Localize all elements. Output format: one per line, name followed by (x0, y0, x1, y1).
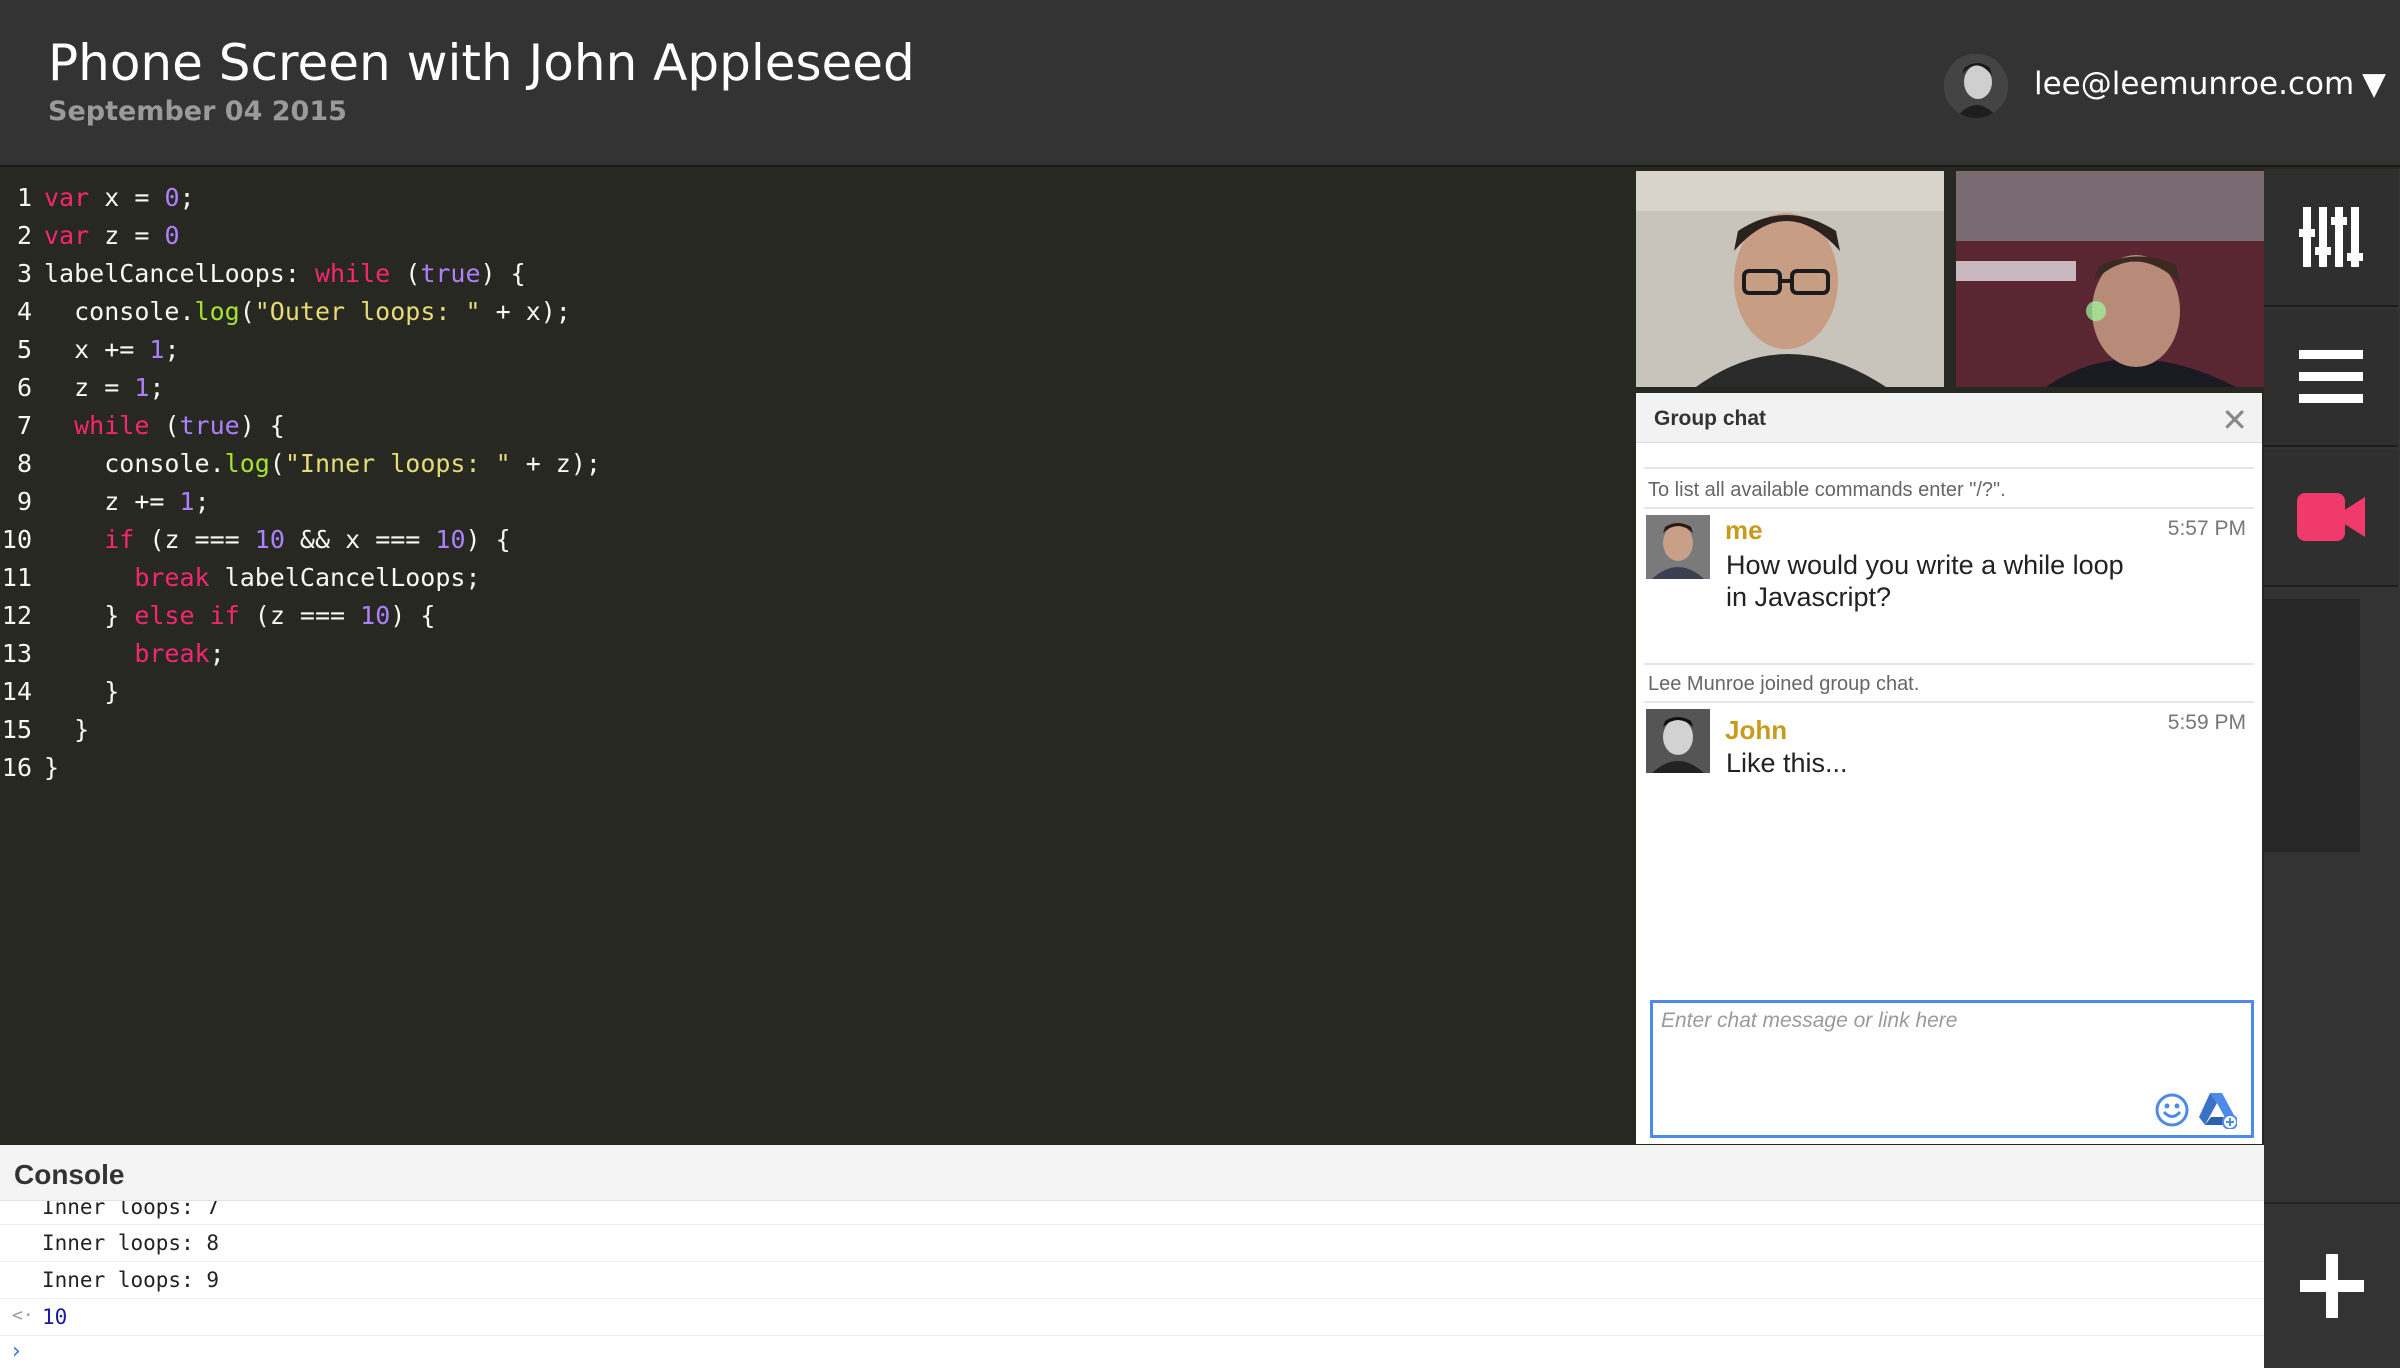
chevron-down-icon: ▼ (2362, 66, 2387, 102)
code-line: 10 if (z === 10 && x === 10) { (1, 525, 511, 554)
console-header: Console (0, 1145, 2264, 1201)
add-button[interactable] (2264, 1202, 2400, 1368)
console-title: Console (14, 1159, 125, 1190)
code-line: 13 break; (1, 639, 225, 668)
page-date: September 04 2015 (48, 96, 347, 127)
chat-title: Group chat (1654, 407, 1767, 430)
menu-icon (2299, 350, 2363, 403)
console-prompt[interactable]: › (12, 1339, 21, 1364)
code-line: 5 x += 1; (16, 335, 180, 364)
console-line: Inner loops: 9 (0, 1262, 2264, 1299)
result-arrow-icon: <· (12, 1305, 34, 1326)
video-feed-local[interactable] (1636, 171, 1944, 387)
code-line: 2 var z = 0 (16, 221, 180, 250)
divider (1644, 701, 2254, 703)
message-time: 5:57 PM (2167, 517, 2246, 540)
menu-button[interactable] (2264, 309, 2398, 447)
avatar (1646, 515, 1710, 579)
user-avatar[interactable] (1944, 54, 2008, 118)
message-time: 5:59 PM (2167, 711, 2246, 734)
code-line: 15 } (1, 715, 90, 744)
message-author: John (1725, 715, 1788, 745)
sidebar-spacer (2264, 599, 2360, 852)
message-text: How would you write a while loop in Java… (1726, 550, 2124, 612)
drive-icon[interactable] (2197, 1091, 2237, 1129)
page-title: Phone Screen with John Appleseed (48, 34, 915, 92)
system-message: To list all available commands enter "/?… (1648, 479, 2006, 501)
code-line: 9 z += 1; (16, 487, 210, 516)
code-line: 16} (1, 753, 60, 782)
divider (1644, 663, 2254, 665)
divider (1644, 507, 2254, 509)
code-line: 8 console.log("Inner loops: " + z); (16, 449, 601, 478)
video-toggle-button[interactable] (2264, 449, 2398, 587)
code-line: 11 break labelCancelLoops; (1, 563, 481, 592)
page-header: Phone Screen with John Appleseed Septemb… (0, 0, 2400, 167)
console-line: Inner loops: 7 (0, 1201, 2264, 1225)
code-line: 14 } (1, 677, 120, 706)
code-line: 3 labelCancelLoops: while (true) { (16, 259, 526, 288)
console-result: <· 10 (0, 1299, 2264, 1336)
close-icon[interactable]: ✕ (2221, 401, 2248, 439)
code-line: 4 console.log("Outer loops: " + x); (16, 297, 571, 326)
video-feed-remote[interactable] (1956, 171, 2264, 387)
avatar (1646, 709, 1710, 773)
chat-input-box (1650, 1000, 2254, 1138)
code-line: 1 var x = 0; (16, 183, 195, 212)
sliders-icon (2299, 207, 2363, 267)
console-panel: Console Inner loops: 7 Inner loops: 8 In… (0, 1145, 2264, 1368)
plus-icon (2300, 1254, 2364, 1318)
user-email: lee@leemunroe.com (2034, 66, 2355, 102)
user-menu[interactable]: lee@leemunroe.com ▼ (2034, 66, 2386, 102)
chat-header: Group chat ✕ (1636, 393, 2262, 443)
system-message: Lee Munroe joined group chat. (1648, 673, 1920, 695)
message-author: me (1725, 515, 1763, 545)
group-chat-panel: Group chat ✕ To list all available comma… (1636, 393, 2262, 1144)
sliders-button[interactable] (2264, 169, 2398, 307)
message-text: Like this... (1726, 748, 1848, 778)
video-camera-icon (2297, 493, 2365, 541)
console-line: Inner loops: 8 (0, 1225, 2264, 1262)
code-line: 6 z = 1; (16, 373, 165, 402)
code-editor[interactable]: 1 var x = 0; 2 var z = 0 3 labelCancelLoops… (0, 169, 1636, 1144)
divider (1644, 467, 2254, 469)
right-sidebar (2264, 169, 2400, 1368)
code-line: 7 while (true) { (16, 411, 285, 440)
code-line: 12 } else if (z === 10) { (1, 601, 436, 630)
emoji-icon[interactable] (2155, 1093, 2189, 1127)
